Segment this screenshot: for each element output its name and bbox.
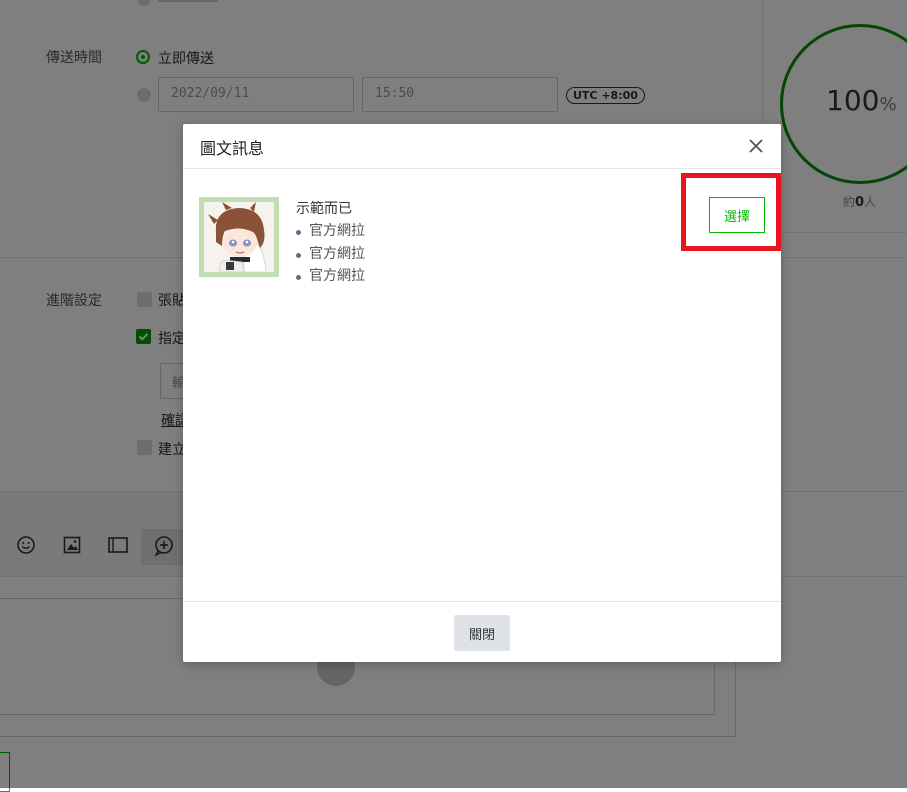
- message-item-title: 示範而已: [296, 201, 352, 217]
- close-icon[interactable]: [745, 135, 767, 157]
- character-avatar-image: [204, 202, 274, 272]
- modal-header: 圖文訊息: [183, 124, 781, 169]
- close-button[interactable]: 關閉: [454, 615, 510, 651]
- message-item-bullets: 官方網拉 官方網拉 官方網拉: [296, 220, 365, 288]
- message-bullet: 官方網拉: [296, 265, 365, 288]
- message-thumbnail: [199, 197, 279, 277]
- message-bullet: 官方網拉: [296, 243, 365, 266]
- message-bullet: 官方網拉: [296, 220, 365, 243]
- modal-title: 圖文訊息: [200, 139, 265, 158]
- modal-footer: 關閉: [183, 601, 781, 663]
- select-button-highlight: [681, 173, 781, 251]
